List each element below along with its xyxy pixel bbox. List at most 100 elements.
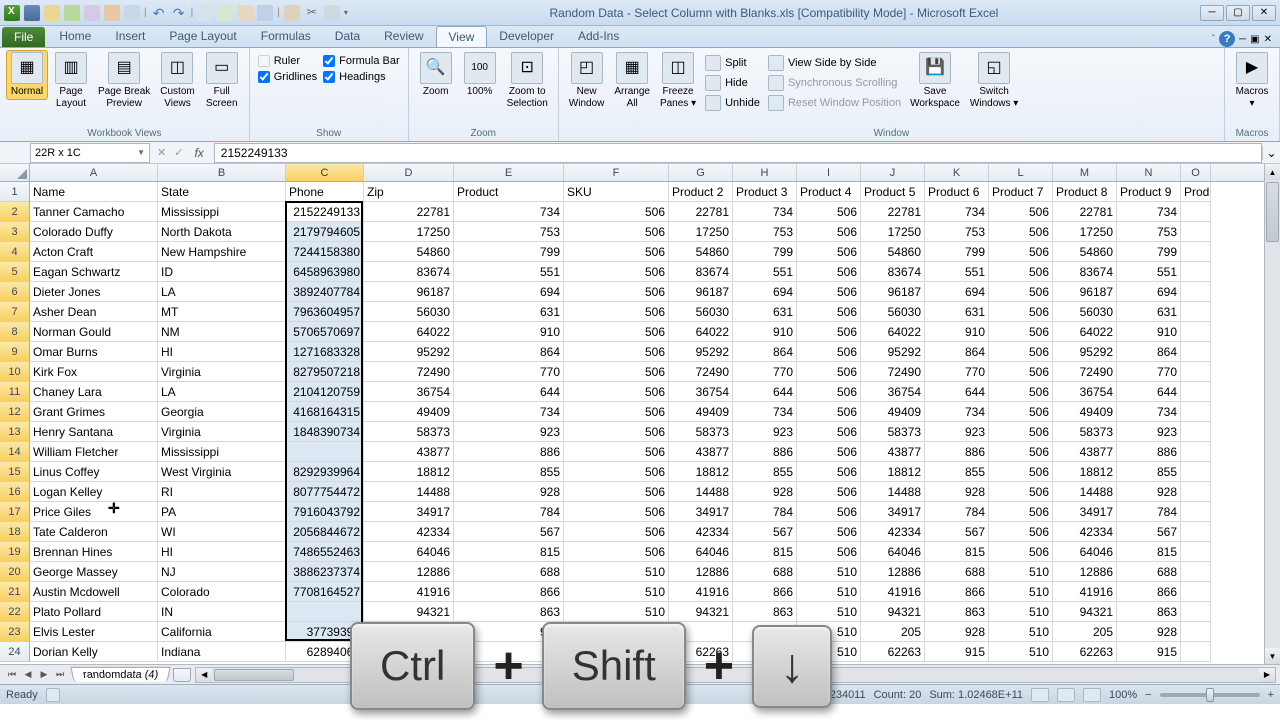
cell[interactable]: 923 (925, 422, 989, 442)
cell[interactable]: 506 (797, 222, 861, 242)
headings-checkbox[interactable]: Headings (321, 70, 402, 84)
row-header[interactable]: 6 (0, 282, 30, 302)
cell[interactable] (1181, 262, 1211, 282)
file-tab[interactable]: File (2, 27, 45, 47)
cell[interactable]: 14488 (669, 482, 733, 502)
row-header[interactable]: 4 (0, 242, 30, 262)
cell[interactable]: 18812 (1053, 462, 1117, 482)
cell[interactable]: 96187 (861, 282, 925, 302)
scroll-thumb[interactable] (214, 669, 294, 681)
cell[interactable]: Zip (364, 182, 454, 202)
cell[interactable] (1181, 462, 1211, 482)
cell[interactable]: PA (158, 502, 286, 522)
cell[interactable]: 510 (989, 642, 1053, 662)
cell[interactable]: 799 (454, 242, 564, 262)
cell[interactable] (1181, 202, 1211, 222)
cell[interactable]: 18812 (861, 462, 925, 482)
column-header[interactable]: I (797, 164, 861, 181)
cell[interactable]: 58373 (1053, 422, 1117, 442)
row-header[interactable]: 8 (0, 322, 30, 342)
cell[interactable]: 36754 (1053, 382, 1117, 402)
cell[interactable]: 644 (1117, 382, 1181, 402)
cell[interactable]: 567 (454, 522, 564, 542)
cell[interactable]: 784 (454, 502, 564, 522)
column-header[interactable]: C (286, 164, 364, 181)
column-header[interactable]: G (669, 164, 733, 181)
cell[interactable]: Henry Santana (30, 422, 158, 442)
cell[interactable]: 506 (797, 342, 861, 362)
cell[interactable]: Product 4 (797, 182, 861, 202)
ribbon-tab-add-ins[interactable]: Add-Ins (566, 26, 631, 47)
row-header[interactable]: 23 (0, 622, 30, 642)
sync-scroll-button[interactable]: Synchronous Scrolling (765, 74, 904, 92)
side-by-side-button[interactable]: View Side by Side (765, 54, 904, 72)
cell[interactable] (1181, 642, 1211, 662)
cell[interactable]: 506 (989, 482, 1053, 502)
row-header[interactable]: 20 (0, 562, 30, 582)
cell[interactable]: 506 (989, 402, 1053, 422)
cell[interactable]: 58373 (669, 422, 733, 442)
qat-icon[interactable] (257, 5, 273, 21)
cell[interactable]: 56030 (669, 302, 733, 322)
cell[interactable]: 36754 (861, 382, 925, 402)
ribbon-tab-insert[interactable]: Insert (103, 26, 157, 47)
cell[interactable]: 551 (925, 262, 989, 282)
cell[interactable]: 753 (925, 222, 989, 242)
cell[interactable]: Kirk Fox (30, 362, 158, 382)
view-layout-icon[interactable] (1057, 688, 1075, 702)
cell[interactable] (1181, 422, 1211, 442)
next-sheet-button[interactable]: ▶ (36, 667, 52, 683)
cell[interactable]: SKU (564, 182, 669, 202)
cell[interactable]: 64022 (1053, 322, 1117, 342)
cell[interactable]: 43877 (364, 442, 454, 462)
page-layout-button[interactable]: ▥Page Layout (50, 50, 92, 112)
cell[interactable]: 631 (925, 302, 989, 322)
cell[interactable]: 688 (733, 562, 797, 582)
cell[interactable]: 94321 (861, 602, 925, 622)
formula-input[interactable]: 2152249133 (214, 143, 1262, 163)
close-button[interactable]: ✕ (1252, 5, 1276, 21)
cell[interactable] (1181, 582, 1211, 602)
cell[interactable]: 34917 (861, 502, 925, 522)
column-header[interactable]: E (454, 164, 564, 181)
cell[interactable]: 510 (564, 562, 669, 582)
cell[interactable] (1181, 322, 1211, 342)
cell[interactable]: 506 (797, 262, 861, 282)
cell[interactable]: 72490 (1053, 362, 1117, 382)
cell[interactable]: 506 (797, 402, 861, 422)
view-normal-icon[interactable] (1031, 688, 1049, 702)
cell[interactable]: 7708164527 (286, 582, 364, 602)
ribbon-tab-page-layout[interactable]: Page Layout (157, 26, 248, 47)
zoom-level[interactable]: 100% (1109, 689, 1137, 701)
cell[interactable]: 14488 (1053, 482, 1117, 502)
cell[interactable]: 205 (861, 622, 925, 642)
cell[interactable]: 506 (797, 382, 861, 402)
cell[interactable]: 7486552463 (286, 542, 364, 562)
cell[interactable]: Omar Burns (30, 342, 158, 362)
cell[interactable]: 95292 (364, 342, 454, 362)
cell[interactable]: 5706570697 (286, 322, 364, 342)
cell[interactable]: 96187 (669, 282, 733, 302)
cell[interactable]: 2152249133 (286, 202, 364, 222)
scroll-left-icon[interactable]: ◀ (196, 668, 212, 682)
cell[interactable]: 64046 (364, 542, 454, 562)
cell[interactable]: 54860 (669, 242, 733, 262)
cell[interactable]: 1848390734 (286, 422, 364, 442)
cell[interactable]: 510 (797, 562, 861, 582)
cell[interactable]: 551 (454, 262, 564, 282)
qat-icon[interactable] (197, 5, 213, 21)
cell[interactable]: Brennan Hines (30, 542, 158, 562)
cell[interactable] (1181, 382, 1211, 402)
cell[interactable]: 3892407784 (286, 282, 364, 302)
gridlines-checkbox[interactable]: Gridlines (256, 70, 319, 84)
cell[interactable] (1181, 362, 1211, 382)
cell[interactable]: 96187 (364, 282, 454, 302)
cell[interactable]: 506 (989, 502, 1053, 522)
cell[interactable]: 94321 (1053, 602, 1117, 622)
vertical-scrollbar[interactable]: ▲ ▼ (1264, 164, 1280, 664)
cell[interactable]: 36754 (364, 382, 454, 402)
normal-view-button[interactable]: ▦Normal (6, 50, 48, 100)
cell[interactable]: 753 (1117, 222, 1181, 242)
ribbon-tab-home[interactable]: Home (47, 26, 103, 47)
excel-icon[interactable] (4, 5, 20, 21)
